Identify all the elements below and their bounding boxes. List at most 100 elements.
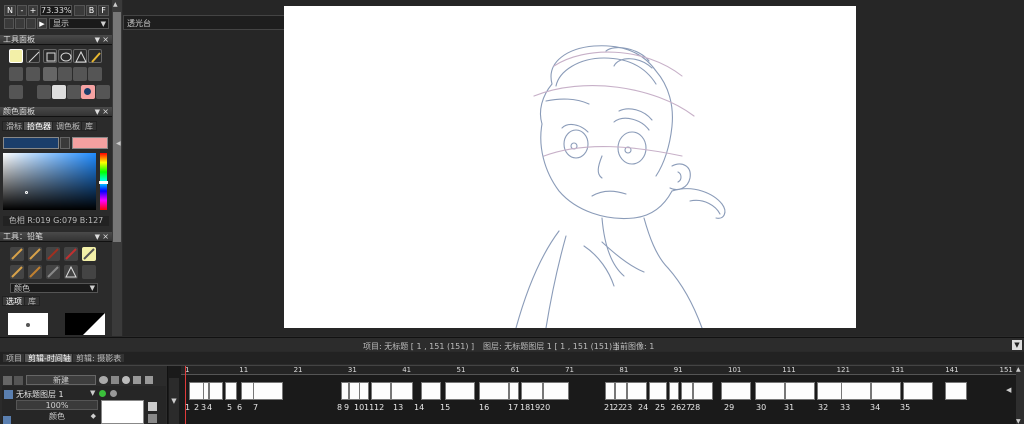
- tab-palette[interactable]: 调色板: [52, 121, 84, 131]
- zoom-readout[interactable]: 73.33%: [40, 5, 72, 16]
- timeline-scrollbar[interactable]: ▲ ▼: [1016, 366, 1024, 424]
- frame-thumbnail[interactable]: [693, 382, 713, 400]
- layer-settings-icon[interactable]: [3, 376, 12, 385]
- pencil-icon[interactable]: [37, 85, 51, 99]
- tab-timeline[interactable]: 剪辑-时间轴: [24, 353, 75, 363]
- bucket-tool[interactable]: [9, 67, 23, 81]
- rectangle-tool[interactable]: [43, 49, 57, 63]
- pencil-brush-5[interactable]: [10, 265, 24, 279]
- color-picker-field[interactable]: [3, 153, 96, 210]
- pencil-brush-2[interactable]: [28, 247, 42, 261]
- frame-thumbnail[interactable]: [669, 382, 679, 400]
- swap-colors-button[interactable]: [60, 137, 70, 149]
- paper-icon[interactable]: [52, 85, 66, 99]
- minus-button[interactable]: -: [17, 5, 27, 16]
- pencil-brush-selected[interactable]: [82, 247, 96, 261]
- grid-icon[interactable]: [145, 376, 153, 384]
- mask-icon[interactable]: [148, 402, 157, 411]
- color-swatch-tool[interactable]: [81, 85, 95, 99]
- opacity-field[interactable]: 100%: [16, 400, 98, 410]
- text-tool[interactable]: [58, 67, 72, 81]
- tab-color-picker[interactable]: 拾色器: [23, 121, 55, 131]
- f-button[interactable]: F: [98, 5, 109, 16]
- panel-menu-icon[interactable]: ▼: [95, 35, 100, 45]
- settings-icon[interactable]: [96, 85, 110, 99]
- pencil-brush-9[interactable]: [82, 265, 96, 279]
- grid-tool[interactable]: [88, 67, 102, 81]
- green-dot-icon[interactable]: [99, 390, 106, 397]
- tab-options-library[interactable]: 库: [24, 296, 40, 306]
- rotate-right-button[interactable]: [26, 18, 36, 29]
- panel-menu-icon[interactable]: ▼: [95, 107, 100, 117]
- scroll-up-icon[interactable]: ▲: [1016, 366, 1021, 373]
- frame-thumbnail[interactable]: [903, 382, 933, 400]
- frame-thumbnail[interactable]: [209, 382, 223, 400]
- ellipse-tool[interactable]: [58, 49, 72, 63]
- chevron-down-icon[interactable]: ▼: [90, 389, 95, 397]
- layer-name[interactable]: 无标题图层 1: [16, 389, 64, 400]
- plus-button[interactable]: +: [28, 5, 38, 16]
- brush-tool[interactable]: [88, 49, 102, 63]
- line-select-tool[interactable]: [26, 49, 40, 63]
- lasso-tool[interactable]: [9, 49, 23, 63]
- scrollbar-thumb[interactable]: [113, 12, 121, 242]
- frame-thumbnail[interactable]: [253, 382, 283, 400]
- track-end-arrow[interactable]: ◀: [1006, 386, 1011, 394]
- light-icon[interactable]: [122, 376, 130, 384]
- add-layer-icon[interactable]: [14, 376, 23, 385]
- frame-thumbnail[interactable]: [445, 382, 475, 400]
- layer-color-select[interactable]: 颜色 ◆: [16, 412, 98, 422]
- b-button[interactable]: B: [86, 5, 97, 16]
- visibility-dot-icon[interactable]: [110, 390, 117, 397]
- pencil-color-dropdown[interactable]: 颜色 ▼: [10, 283, 98, 293]
- lock-icon[interactable]: [111, 376, 119, 384]
- pencil-brush-3[interactable]: [46, 247, 60, 261]
- rotate-left-button[interactable]: [4, 18, 14, 29]
- frame-thumbnail[interactable]: [627, 382, 647, 400]
- close-icon[interactable]: ×: [102, 232, 109, 242]
- eraser-tool[interactable]: [26, 67, 40, 81]
- pencil-brush-8[interactable]: [64, 265, 78, 279]
- view-toggle[interactable]: [74, 5, 85, 16]
- display-dropdown[interactable]: 显示 ▼: [49, 18, 109, 29]
- pen-icon[interactable]: [67, 85, 81, 99]
- layer-row[interactable]: 无标题图层 1 ▼ 100% 颜色 ◆: [2, 386, 166, 424]
- panel-menu-icon[interactable]: ▼: [95, 232, 100, 242]
- frame-thumbnail[interactable]: [755, 382, 785, 400]
- frame-ruler[interactable]: 1 11 21 31 41 51 61 71 81 91 101 111 121 131 141 151: [181, 366, 1016, 375]
- frame-thumbnail[interactable]: [649, 382, 667, 400]
- n-button[interactable]: N: [4, 5, 16, 16]
- frame-thumbnail[interactable]: [225, 382, 237, 400]
- settings-small-icon[interactable]: [148, 414, 157, 423]
- frame-thumbnail[interactable]: [509, 382, 519, 400]
- camera-icon[interactable]: [9, 85, 23, 99]
- frame-thumbnail[interactable]: [871, 382, 901, 400]
- frame-thumbnail[interactable]: [721, 382, 751, 400]
- tab-project[interactable]: 项目: [2, 353, 26, 363]
- frame-thumbnail[interactable]: [341, 382, 349, 400]
- frame-thumbnail[interactable]: [421, 382, 441, 400]
- play-button[interactable]: ▶: [37, 18, 47, 29]
- new-layer-button[interactable]: 新建: [26, 375, 96, 385]
- tab-options[interactable]: 选项: [2, 296, 26, 306]
- hand-tool[interactable]: [43, 67, 57, 81]
- rotate-reset-button[interactable]: [15, 18, 25, 29]
- pencil-brush-4[interactable]: [64, 247, 78, 261]
- frame-thumbnail[interactable]: [605, 382, 615, 400]
- drawing-canvas[interactable]: [284, 6, 856, 328]
- frame-thumbnail[interactable]: [391, 382, 413, 400]
- frame-thumbnail[interactable]: [371, 382, 391, 400]
- track-collapse-button[interactable]: ▼: [169, 378, 179, 424]
- status-menu-button[interactable]: ▼: [1012, 340, 1022, 350]
- close-icon[interactable]: ×: [102, 35, 109, 45]
- frame-thumbnail[interactable]: [359, 382, 369, 400]
- tab-exposure-sheet[interactable]: 剪辑: 摄影表: [72, 353, 126, 363]
- hue-slider-handle[interactable]: [99, 181, 108, 184]
- eye-icon[interactable]: [99, 376, 108, 384]
- frame-thumbnail[interactable]: [521, 382, 543, 400]
- frame-thumbnail[interactable]: [543, 382, 569, 400]
- tab-library[interactable]: 库: [81, 121, 97, 131]
- scroll-down-icon[interactable]: ▼: [1016, 418, 1021, 424]
- close-icon[interactable]: ×: [102, 107, 109, 117]
- secondary-color-swatch[interactable]: [72, 137, 108, 149]
